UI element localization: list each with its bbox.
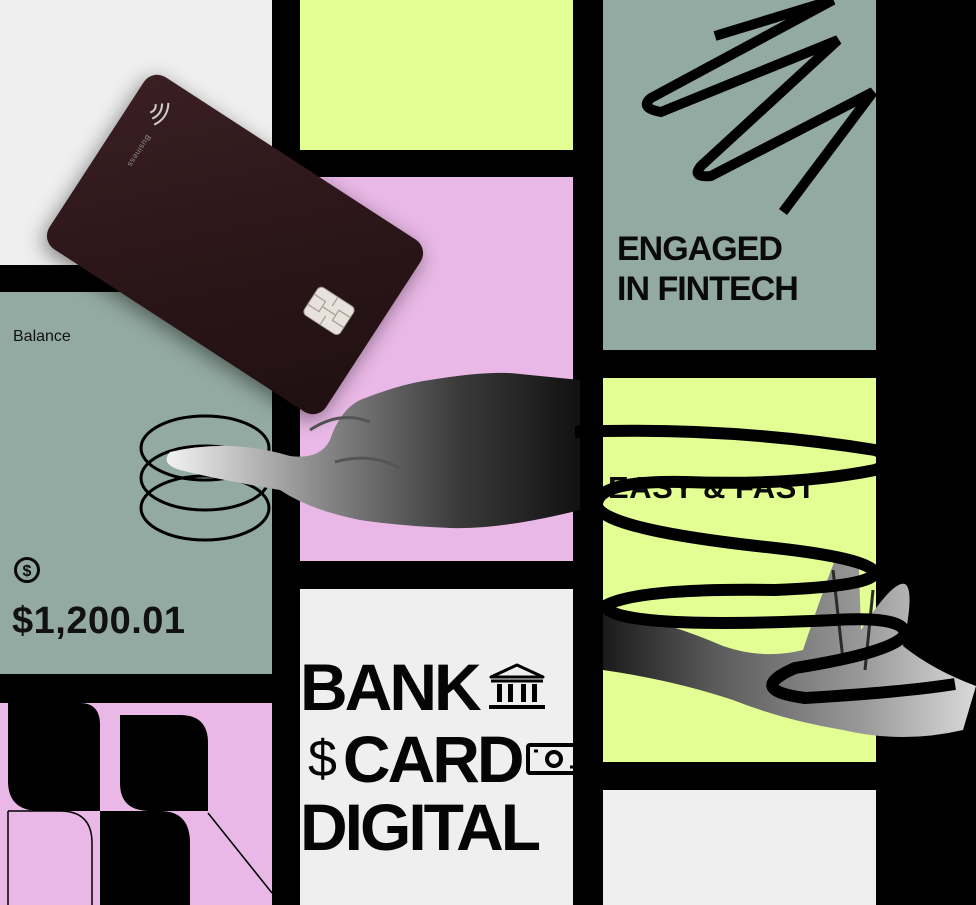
bank-card-panel: BANK $ CARD DIGITAL <box>300 589 573 905</box>
engaged-line-2: IN FINTECH <box>617 270 799 308</box>
panel-mid-top-lime <box>300 0 573 150</box>
bank-icon <box>487 662 547 712</box>
card-brand-text: Business <box>125 133 153 169</box>
card-line: $ CARD <box>308 721 573 797</box>
banknote-icon <box>525 741 573 777</box>
bank-text: BANK <box>300 650 482 724</box>
contactless-icon <box>141 94 176 131</box>
dollar-prefix: $ <box>308 730 337 788</box>
bank-line: BANK <box>300 649 547 725</box>
dollar-circle-icon: $ <box>13 556 41 584</box>
balance-amount: $1,200.01 <box>12 600 186 642</box>
panel-bottom-right <box>603 790 876 905</box>
panel-bottom-left <box>0 703 272 905</box>
coil-decoration <box>575 424 956 705</box>
digital-text: DIGITAL <box>300 790 541 864</box>
dollar-sign: $ <box>23 563 32 580</box>
chip-icon <box>301 285 356 337</box>
engaged-line-1: ENGAGED <box>617 230 783 268</box>
card-text: CARD <box>342 722 525 796</box>
checker-shapes <box>7 703 272 905</box>
balance-label: Balance <box>13 328 71 345</box>
engaged-panel: ENGAGED IN FINTECH <box>603 0 876 350</box>
hand-left-image <box>166 372 580 529</box>
digital-line: DIGITAL <box>300 789 541 865</box>
